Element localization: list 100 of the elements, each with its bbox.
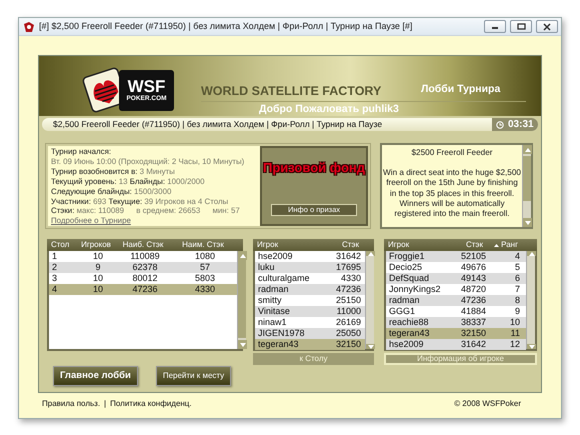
table-row[interactable]: tegeran43 32150 11 <box>386 328 526 339</box>
table-row[interactable]: hse2009 31642 <box>255 251 365 262</box>
table-cell-text: ninaw1 <box>257 316 288 329</box>
table-cell-text: 48720 <box>461 282 488 296</box>
table-cell-text: JonnyKings2 <box>388 283 442 296</box>
table-row[interactable]: 4 10 47236 4330 <box>49 284 237 295</box>
column-header[interactable]: Наиб. Стэк <box>115 239 171 251</box>
column-header[interactable]: Игрок <box>384 239 459 251</box>
table-cell-text: 62378 <box>131 260 159 274</box>
table-cell-text: 57 <box>198 260 211 274</box>
table-row[interactable]: 1 10 110089 1080 <box>49 251 237 262</box>
table-cell-text: 4 <box>514 250 521 263</box>
scroll-down-button[interactable] <box>238 340 247 349</box>
scroll-down-button[interactable] <box>527 344 536 349</box>
table-cell-text: luku <box>257 260 276 274</box>
close-icon <box>543 22 551 30</box>
table-cell-text: 1 <box>51 250 58 263</box>
close-button[interactable] <box>536 20 558 33</box>
scrollbar[interactable] <box>522 145 531 227</box>
table-row[interactable]: Vinitase 11000 <box>255 306 365 317</box>
down-arrow-icon <box>528 344 534 348</box>
down-arrow-icon <box>524 220 530 224</box>
column-header[interactable]: Игрок <box>253 239 323 251</box>
go-to-seat-button[interactable]: Перейти к месту <box>156 366 232 386</box>
table-cell-text: 47236 <box>131 282 159 296</box>
table-cell-text: 41884 <box>461 304 488 318</box>
table-cell-text: 31642 <box>461 338 488 351</box>
scrollbar[interactable] <box>365 251 374 349</box>
scroll-up-button[interactable] <box>238 251 247 260</box>
lobby-title: Лобби Турнира <box>421 82 500 97</box>
table-cell-text: 3 <box>51 272 58 285</box>
column-header[interactable]: Стэк <box>323 239 363 251</box>
table-row[interactable]: hse2009 31642 12 <box>386 339 526 350</box>
scroll-up-button[interactable] <box>523 145 532 154</box>
table-row[interactable]: 2 9 62378 57 <box>49 262 237 273</box>
table-cell-text: 31642 <box>334 250 362 263</box>
table-row[interactable]: luku 17695 <box>255 262 365 273</box>
table-row[interactable]: 3 10 80012 5803 <box>49 273 237 284</box>
maximize-button[interactable] <box>510 20 532 33</box>
table-row[interactable]: culturalgame 4330 <box>255 273 365 284</box>
table-row[interactable]: DefSquad 49143 6 <box>386 273 526 284</box>
table-cell-text: 10 <box>92 272 104 285</box>
minimize-button[interactable] <box>484 20 506 33</box>
scroll-thumb[interactable] <box>523 156 531 201</box>
table-cell-text: 110089 <box>129 250 161 263</box>
table-row[interactable]: GGG1 41884 9 <box>386 306 526 317</box>
table-cell-text: 17695 <box>334 260 362 274</box>
column-header[interactable]: Стол <box>47 239 77 251</box>
column-header[interactable]: Стэк <box>459 239 487 251</box>
table-row[interactable]: radman 47236 8 <box>386 295 526 306</box>
table-cell-text: 5803 <box>194 272 216 285</box>
welcome-text: Добро Пожаловать puhlik3 <box>259 102 399 117</box>
table-cell-text: GGG1 <box>388 304 416 318</box>
prize-pool-title: Призовой фонд <box>263 159 365 177</box>
table-row[interactable]: smitty 25150 <box>255 295 365 306</box>
table-cell-text: 80012 <box>131 272 159 285</box>
column-header[interactable]: Наим. Стэк <box>171 239 235 251</box>
table-cell-text: 49676 <box>461 260 488 274</box>
scrollbar[interactable] <box>237 251 246 349</box>
logo-text: WSF <box>128 78 166 95</box>
table-cell-text: hse2009 <box>257 250 294 263</box>
table-row[interactable]: JIGEN1978 25050 <box>255 328 365 339</box>
scroll-down-button[interactable] <box>366 344 375 349</box>
scroll-thumb[interactable] <box>238 260 246 338</box>
table-cell-text: 11 <box>510 326 521 340</box>
sort-arrow-icon[interactable] <box>494 244 500 246</box>
table-row[interactable]: JonnyKings2 48720 7 <box>386 284 526 295</box>
table-cell-text: 10 <box>508 316 521 329</box>
table-cell-text: 4330 <box>194 282 216 296</box>
table-cell-text: smitty <box>257 294 282 307</box>
footer-link[interactable]: Правила польз. <box>42 398 100 410</box>
table-cell-text: hse2009 <box>388 338 425 351</box>
scrollbar[interactable] <box>526 251 535 349</box>
down-arrow-icon <box>240 342 246 346</box>
table-cell-text: 1080 <box>194 250 216 263</box>
table-cell-text: 12 <box>508 338 521 351</box>
table-row[interactable]: Decio25 49676 5 <box>386 262 526 273</box>
table-cell-text: 47236 <box>334 282 362 296</box>
up-arrow-icon <box>368 252 374 256</box>
table-cell-text: JIGEN1978 <box>257 326 306 340</box>
table-cell-text: Froggie1 <box>388 250 426 263</box>
table-cell-text: tegeran43 <box>257 338 300 351</box>
table-cell-text: Vinitase <box>257 305 291 318</box>
table-row[interactable]: radman 47236 <box>255 284 365 295</box>
scroll-up-button[interactable] <box>366 251 375 256</box>
column-header[interactable]: Ранг <box>487 239 522 251</box>
scroll-up-button[interactable] <box>527 251 536 256</box>
scroll-down-button[interactable] <box>523 218 532 227</box>
table-row[interactable]: reachie88 38337 10 <box>386 317 526 328</box>
table-cell-text: 32150 <box>334 338 362 351</box>
table-cell-text: 25150 <box>334 294 362 307</box>
main-lobby-button[interactable]: Главное лобби <box>53 366 138 386</box>
timer-text: 03:31 <box>508 118 534 132</box>
column-header[interactable]: Игроков <box>77 239 115 251</box>
table-row[interactable]: Froggie1 52105 4 <box>386 251 526 262</box>
table-cell-text: tegeran43 <box>388 326 431 340</box>
table-cell-text: Decio25 <box>388 261 424 274</box>
table-row[interactable]: ninaw1 26169 <box>255 317 365 328</box>
footer-link[interactable]: Политика конфиденц. <box>110 398 192 410</box>
table-row[interactable]: tegeran43 32150 <box>255 339 365 350</box>
